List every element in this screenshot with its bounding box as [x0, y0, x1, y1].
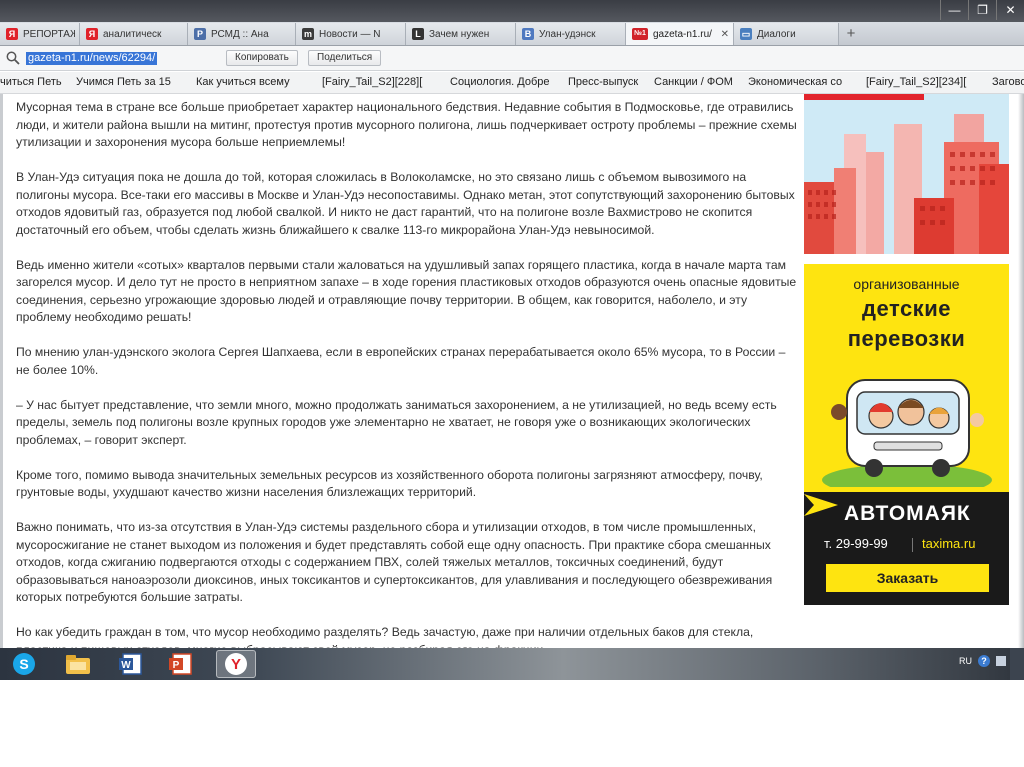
ad-subtitle: организованные — [853, 276, 960, 292]
automayak-logo-icon — [804, 494, 838, 516]
bookmarks-bar: читься Петь Учимся Петь за 15 Как учитьс… — [0, 72, 1024, 94]
ad-contact-panel: АВТОМАЯК т. 29-99-99 taxima.ru Заказать — [804, 492, 1009, 605]
city-ad-banner[interactable] — [804, 94, 1009, 254]
maximize-button[interactable]: ❐ — [968, 0, 996, 20]
tab-strip: Я РЕПОРТАЖИ Я аналитическ Р РСМД :: Ана … — [0, 22, 1024, 46]
svg-text:P: P — [173, 660, 180, 671]
bookmark-item[interactable]: [Fairy_Tail_S2][228][ — [322, 72, 450, 93]
order-button[interactable]: Заказать — [826, 564, 989, 592]
yandex-icon: Я — [86, 28, 98, 40]
close-tab-icon[interactable]: ✕ — [721, 29, 729, 40]
page-content: Мусорная тема в стране все больше приобр… — [0, 94, 1024, 648]
svg-text:W: W — [121, 660, 131, 671]
window-title-bar: — ❐ ✕ — [0, 0, 1024, 22]
article-paragraph: Важно понимать, что из-за отсутствия в У… — [16, 520, 773, 604]
svg-text:Y: Y — [231, 656, 241, 673]
tab-gazeta-n1[interactable]: №1 gazeta-n1.ru/ ✕ — [626, 23, 734, 45]
show-desktop-button[interactable] — [1010, 648, 1024, 680]
search-icon[interactable] — [5, 50, 21, 66]
dialogs-icon: ▭ — [740, 28, 752, 40]
blank-area — [0, 680, 1024, 767]
ad-website-link[interactable]: taxima.ru — [922, 536, 975, 551]
copy-button[interactable]: Копировать — [226, 50, 298, 66]
tab-news[interactable]: m Новости — N — [296, 23, 406, 45]
tab-label: Новости — N — [319, 28, 381, 40]
ad-separator — [912, 538, 913, 552]
tab-label: аналитическ — [103, 28, 162, 40]
new-tab-button[interactable]: + — [839, 22, 863, 44]
powerpoint-icon[interactable]: P — [162, 650, 202, 678]
bookmark-item[interactable]: Учимся Петь за 15 — [68, 72, 196, 93]
address-bar: gazeta-n1.ru/news/62294/ Копировать Поде… — [0, 46, 1024, 71]
bookmark-item[interactable]: Экономическая со — [748, 72, 866, 93]
article-paragraph: Ведь именно жители «сотых» кварталов пер… — [16, 257, 797, 325]
tab-analytic[interactable]: Я аналитическ — [80, 23, 188, 45]
tab-label: РЕПОРТАЖИ — [23, 28, 75, 40]
b-site-icon: B — [522, 28, 534, 40]
bookmark-item[interactable]: Пресс-выпуск — [568, 72, 654, 93]
yandex-browser-icon[interactable]: Y — [216, 650, 256, 678]
ad-title-line: перевозки — [847, 326, 966, 351]
ad-title-line: детские — [862, 296, 951, 321]
ad-title: детские перевозки — [804, 294, 1009, 354]
tab-label: Зачем нужен — [429, 28, 490, 40]
kids-transport-ad[interactable]: организованные детские перевозки АВТОМАЯ… — [804, 264, 1009, 605]
tab-label: РСМД :: Ана — [211, 28, 269, 40]
tray-flag-icon[interactable] — [996, 656, 1006, 666]
bookmark-item[interactable]: [Fairy_Tail_S2][234][ — [866, 72, 992, 93]
page-right-edge — [1018, 94, 1024, 648]
tab-why-need[interactable]: L Зачем нужен — [406, 23, 516, 45]
article-paragraph: В Улан-Удэ ситуация пока не дошла до той… — [16, 170, 795, 237]
language-indicator[interactable]: RU — [959, 656, 972, 666]
bus-with-kids-illustration — [822, 379, 992, 487]
tab-label: Улан-удэнск — [539, 28, 596, 40]
ad-phone: т. 29-99-99 — [824, 536, 888, 551]
bookmark-item[interactable]: Социология. Добре — [450, 72, 568, 93]
explorer-icon[interactable] — [58, 650, 98, 678]
minimize-button[interactable]: — — [940, 0, 968, 20]
rsmd-icon: Р — [194, 28, 206, 40]
tab-ulan-ude[interactable]: B Улан-удэнск — [516, 23, 626, 45]
article-paragraph: – У нас бытует представление, что земли … — [16, 397, 777, 447]
yandex-icon: Я — [6, 28, 18, 40]
gazeta-n1-icon: №1 — [632, 28, 648, 40]
article-paragraph: Кроме того, помимо вывода значительных з… — [16, 467, 763, 500]
tab-dialogs[interactable]: ▭ Диалоги — [734, 23, 839, 45]
page-left-border — [0, 94, 3, 648]
m-site-icon: m — [302, 28, 314, 40]
tab-label: gazeta-n1.ru/ — [653, 28, 712, 40]
ad-brand-name: АВТОМАЯК — [844, 502, 971, 525]
url-input[interactable]: gazeta-n1.ru/news/62294/ — [26, 52, 158, 65]
tab-reportazhi[interactable]: Я РЕПОРТАЖИ — [0, 23, 80, 45]
bookmark-item[interactable]: читься Петь — [0, 72, 68, 93]
tab-label: Диалоги — [757, 28, 796, 40]
article-paragraph: По мнению улан-удэнского эколога Сергея … — [16, 345, 786, 377]
article-paragraph: Мусорная тема в стране все больше приобр… — [16, 100, 797, 149]
l-site-icon: L — [412, 28, 424, 40]
help-icon[interactable]: ? — [978, 655, 990, 667]
bookmark-item[interactable]: Заговорщиков — [992, 72, 1024, 93]
share-button[interactable]: Поделиться — [308, 50, 382, 66]
bookmark-item[interactable]: Санкции / ФОМ — [654, 72, 748, 93]
word-icon[interactable]: W — [112, 650, 152, 678]
svg-text:S: S — [19, 656, 28, 672]
tab-rsmd[interactable]: Р РСМД :: Ана — [188, 23, 296, 45]
bookmark-item[interactable]: Как учиться всему — [196, 72, 322, 93]
windows-taskbar: S W P Y RU ? — [0, 648, 1024, 680]
article-paragraph: Но как убедить граждан в том, что мусор … — [16, 625, 754, 648]
skype-icon[interactable]: S — [4, 650, 44, 678]
close-window-button[interactable]: ✕ — [996, 0, 1024, 20]
window-controls: — ❐ ✕ — [940, 0, 1024, 20]
article-body: Мусорная тема в стране все больше приобр… — [16, 94, 800, 648]
